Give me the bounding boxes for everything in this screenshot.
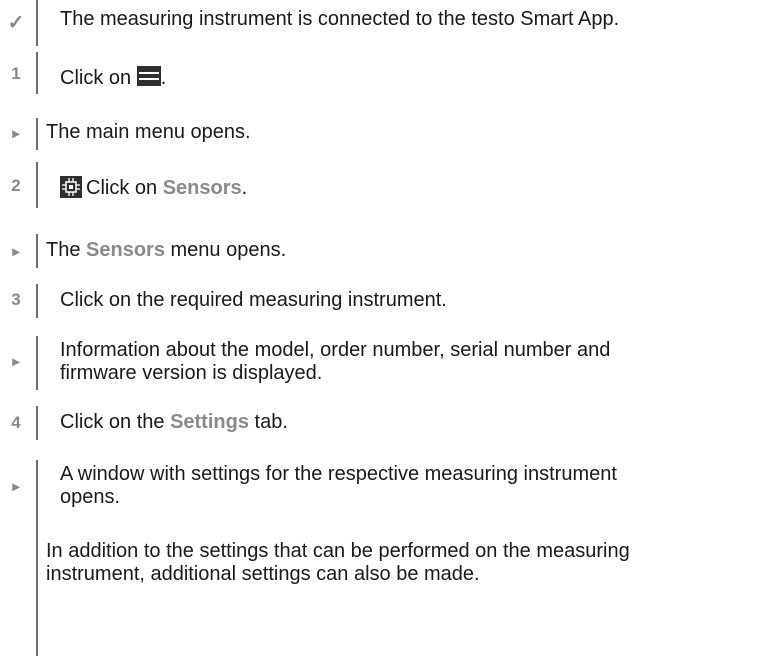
- step-text: The Sensors menu opens.: [46, 239, 753, 262]
- step-text-line: firmware version is displayed.: [60, 362, 323, 384]
- step-number: 2: [11, 176, 21, 195]
- step-text: The measuring instrument is connected to…: [60, 8, 620, 30]
- step-number: 1: [11, 64, 21, 83]
- step-number: 4: [11, 413, 21, 432]
- step-text-after: .: [160, 67, 167, 89]
- step-text-before: Click on: [86, 177, 163, 199]
- step-text: Click on the Settings tab.: [60, 411, 753, 434]
- step-text-line: A window with settings for the respectiv…: [60, 463, 617, 485]
- step-divider: [36, 336, 38, 390]
- step-divider: [36, 118, 38, 150]
- step-text-before: The: [46, 239, 87, 261]
- step-text-after: tab.: [248, 411, 288, 433]
- step-divider: [36, 0, 38, 46]
- step-divider: [36, 284, 38, 318]
- step-text-before: Click on the: [60, 411, 171, 433]
- step-text: A window with settings for the respectiv…: [60, 463, 753, 509]
- result-arrow-icon: ▸: [12, 125, 20, 141]
- step-text: Click on Sensors.: [60, 176, 753, 200]
- step-divider: [36, 52, 38, 94]
- info-note: In addition to the settings that can be …: [46, 540, 753, 586]
- step-text-before: Click on: [60, 67, 137, 89]
- result-arrow-icon: ▸: [12, 478, 20, 494]
- result-arrow-icon: ▸: [12, 243, 20, 259]
- result-arrow-icon: ▸: [12, 353, 20, 369]
- step-text-line: opens.: [60, 486, 121, 508]
- step-text: Information about the model, order numbe…: [60, 339, 753, 385]
- sensor-chip-icon: [60, 176, 82, 198]
- step-text: The main menu opens.: [46, 121, 251, 143]
- step-divider: [36, 234, 38, 268]
- step-text-line: Information about the model, order numbe…: [60, 339, 611, 361]
- note-line: instrument, additional settings can also…: [46, 563, 480, 585]
- settings-label: Settings: [170, 411, 249, 433]
- step-number: 3: [11, 290, 21, 309]
- step-text: Click on .: [60, 66, 753, 90]
- sensors-label: Sensors: [162, 177, 242, 199]
- step-divider: [36, 460, 38, 656]
- sensors-label: Sensors: [86, 239, 165, 261]
- step-text-after: menu opens.: [164, 239, 287, 261]
- step-text: Click on the required measuring instrume…: [60, 289, 447, 311]
- note-line: In addition to the settings that can be …: [46, 540, 630, 562]
- step-divider: [36, 406, 38, 440]
- check-icon: ✓: [7, 12, 25, 34]
- step-divider: [36, 162, 38, 208]
- step-text-after: .: [241, 177, 248, 199]
- hamburger-menu-icon: [136, 66, 161, 86]
